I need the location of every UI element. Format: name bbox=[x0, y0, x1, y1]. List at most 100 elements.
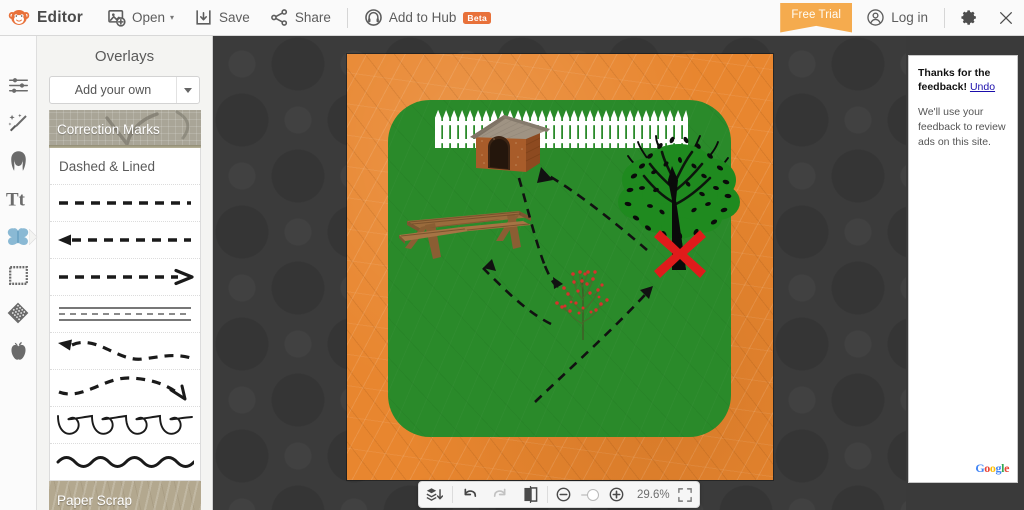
zoom-in-icon bbox=[609, 487, 624, 502]
apple-icon bbox=[10, 341, 26, 360]
sidebar-item-effects[interactable] bbox=[0, 104, 37, 142]
app-logo[interactable]: Editor bbox=[0, 0, 97, 36]
overlay-swatch-wavy-line[interactable] bbox=[50, 443, 200, 480]
overlay-swatch-dashed-right-arrow[interactable] bbox=[50, 258, 200, 295]
overlay-swatch-loop-de-loop[interactable] bbox=[50, 406, 200, 443]
monkey-logo-icon bbox=[8, 10, 30, 25]
sidebar-item-textures[interactable] bbox=[0, 294, 37, 332]
save-download-icon bbox=[196, 10, 211, 25]
zoom-slider[interactable] bbox=[581, 487, 599, 503]
top-toolbar: Editor Open ▾ Save Share Add to Hub Beta… bbox=[0, 0, 1024, 36]
toolbar-divider-2 bbox=[944, 7, 945, 28]
beta-badge: Beta bbox=[463, 11, 492, 24]
text-tt-icon: Tt bbox=[6, 189, 26, 210]
sidebar-item-overlays[interactable] bbox=[0, 218, 37, 256]
arrow-to-x-path bbox=[534, 287, 652, 403]
swatch-group-title: Dashed & Lined bbox=[59, 159, 156, 174]
open-image-icon bbox=[108, 9, 126, 27]
artwork-objects bbox=[347, 54, 773, 480]
compare-button[interactable] bbox=[516, 481, 545, 508]
app-title: Editor bbox=[37, 8, 83, 26]
ad-feedback-headline: Thanks for the feedback! Undo bbox=[918, 67, 1008, 95]
add-to-hub-button[interactable]: Add to Hub Beta bbox=[354, 0, 501, 36]
arrow-to-picnic-table-path bbox=[482, 267, 552, 326]
zoom-out-icon bbox=[556, 487, 571, 502]
swatch-container: Dashed & Lined bbox=[49, 148, 201, 481]
hub-headphones-icon bbox=[365, 9, 382, 26]
close-button[interactable] bbox=[988, 0, 1024, 36]
texture-icon bbox=[7, 302, 29, 324]
overlay-swatch-triple-rule[interactable] bbox=[50, 295, 200, 332]
butterfly-icon bbox=[7, 228, 29, 245]
zoom-level-value: 29.6% bbox=[637, 488, 670, 501]
open-button[interactable]: Open ▾ bbox=[97, 0, 184, 36]
free-trial-label: Free Trial bbox=[791, 8, 841, 21]
zoom-in-button[interactable] bbox=[602, 481, 631, 508]
redo-button[interactable] bbox=[485, 481, 516, 508]
magic-wand-icon bbox=[8, 113, 27, 132]
svg-text:Tt: Tt bbox=[6, 189, 26, 210]
category-correction-marks[interactable]: Correction Marks bbox=[49, 110, 201, 148]
fullscreen-icon bbox=[678, 487, 692, 502]
frame-icon bbox=[8, 265, 28, 285]
save-label: Save bbox=[219, 10, 250, 25]
login-label: Log in bbox=[891, 10, 928, 25]
close-icon bbox=[1000, 11, 1012, 24]
ad-feedback-undo-link[interactable]: Undo bbox=[970, 81, 995, 93]
arrow-tree-to-doghouse-path bbox=[548, 174, 648, 251]
open-label: Open bbox=[131, 10, 166, 25]
sliders-icon bbox=[8, 77, 28, 93]
overlay-swatch-dashed-line[interactable] bbox=[50, 184, 200, 221]
share-nodes-icon bbox=[270, 9, 287, 26]
add-to-hub-label: Add to Hub bbox=[388, 10, 457, 25]
ad-feedback-body: We'll use your feedback to review ads on… bbox=[918, 105, 1006, 148]
zoom-out-button[interactable] bbox=[549, 481, 578, 508]
picmonkey-editor-window: Editor Open ▾ Save Share Add to Hub Beta… bbox=[0, 0, 1024, 510]
sidebar-item-themes[interactable] bbox=[0, 332, 37, 370]
category-label-2: Paper Scrap bbox=[57, 492, 133, 508]
add-your-own-dropdown[interactable] bbox=[176, 77, 199, 103]
layers-button[interactable] bbox=[419, 481, 450, 508]
add-your-own-button[interactable]: Add your own bbox=[50, 77, 176, 103]
gear-icon bbox=[961, 10, 976, 25]
overlays-panel: Overlays Add your own Correction Marks D… bbox=[37, 36, 213, 510]
sidebar-item-frames[interactable] bbox=[0, 256, 37, 294]
overlay-category-list: Correction Marks Dashed & Lined Paper Sc… bbox=[49, 110, 201, 510]
face-icon bbox=[10, 151, 26, 171]
layers-arrange-icon bbox=[426, 487, 443, 501]
zoom-slider-thumb[interactable] bbox=[587, 488, 599, 501]
sidebar-item-text[interactable]: Tt bbox=[0, 180, 37, 218]
ad-feedback-panel: Thanks for the feedback! Undo We'll use … bbox=[908, 55, 1018, 483]
overlay-swatch-wavy-right-arrow[interactable] bbox=[50, 369, 200, 406]
share-button[interactable]: Share bbox=[260, 0, 341, 36]
undo-icon bbox=[464, 488, 477, 497]
fullscreen-button[interactable] bbox=[671, 481, 699, 508]
arrowhead-doghouse-left bbox=[537, 167, 553, 183]
save-button[interactable]: Save bbox=[184, 0, 260, 36]
tool-rail: Tt bbox=[0, 36, 37, 510]
category-label: Correction Marks bbox=[57, 121, 160, 137]
redo-icon bbox=[494, 488, 506, 497]
sidebar-item-basic-edits[interactable] bbox=[0, 66, 37, 104]
undo-button[interactable] bbox=[454, 481, 485, 508]
selection-nib-icon bbox=[28, 229, 37, 245]
canvas-bottom-toolbar: 29.6% bbox=[418, 481, 700, 508]
overlay-swatch-wavy-left-arrow[interactable] bbox=[50, 332, 200, 369]
free-trial-button[interactable]: Free Trial bbox=[780, 2, 853, 33]
panel-title: Overlays bbox=[94, 48, 155, 65]
category-paper-scrap[interactable]: Paper Scrap bbox=[49, 481, 201, 510]
add-your-own-control: Add your own bbox=[49, 76, 200, 104]
dashed-arrow-group bbox=[482, 167, 653, 403]
google-logo: Google bbox=[975, 461, 1009, 475]
overlay-swatch-dashed-left-arrow[interactable] bbox=[50, 221, 200, 258]
settings-button[interactable] bbox=[951, 0, 988, 36]
chevron-down-icon bbox=[184, 87, 192, 93]
image-canvas[interactable] bbox=[347, 54, 773, 480]
compare-flip-icon bbox=[524, 486, 538, 503]
login-button[interactable]: Log in bbox=[856, 0, 938, 36]
arrow-to-doghouse-path bbox=[517, 177, 547, 267]
canvas-workspace[interactable] bbox=[214, 36, 906, 510]
share-label: Share bbox=[294, 10, 331, 25]
toolbar-divider bbox=[346, 7, 348, 28]
sidebar-item-touch-up[interactable] bbox=[0, 142, 37, 180]
